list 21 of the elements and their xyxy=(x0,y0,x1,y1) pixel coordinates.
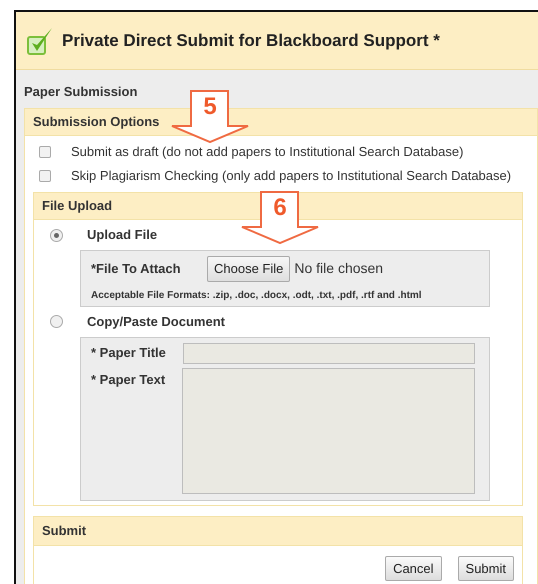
title-field[interactable] xyxy=(183,342,475,364)
dialog-title: Private Direct Submit for Blackboard Support * xyxy=(62,30,440,52)
panel-heading: Submit xyxy=(34,516,522,546)
radio-button[interactable] xyxy=(50,228,63,242)
field-label: * Paper Title xyxy=(91,344,167,362)
step-number: 6 xyxy=(272,194,288,222)
submit-button[interactable]: Submit xyxy=(458,556,514,581)
radio-button[interactable] xyxy=(50,315,63,328)
choose-file-button[interactable]: Choose File xyxy=(207,256,290,282)
option-label: Skip Plagiarism Checking (only add papers to Institutional Search Database) xyxy=(71,167,512,186)
radio-label: Copy/Paste Document xyxy=(87,312,225,331)
checkbox[interactable] xyxy=(39,170,51,182)
checkbox[interactable] xyxy=(39,146,51,158)
radio-label: Upload File xyxy=(87,226,158,244)
field-label: * Paper Text xyxy=(91,370,166,389)
option-label: Submit as draft (do not add papers to Institutional Search Database) xyxy=(71,143,464,162)
format-hint: Acceptable File Formats: .zip, .doc, .docx, .odt, .txt, .pdf, .rtf and .html xyxy=(91,288,423,302)
section-title: Paper Submission xyxy=(24,84,138,100)
cancel-button[interactable]: Cancel xyxy=(385,556,442,581)
field-label: *File To Attach xyxy=(91,260,182,278)
file-status: No file chosen xyxy=(294,259,384,278)
